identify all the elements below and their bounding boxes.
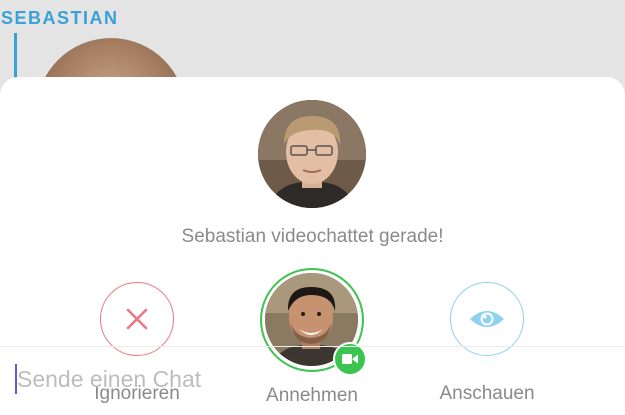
chat-input[interactable] — [17, 363, 607, 395]
caller-avatar-photo — [258, 100, 366, 208]
accent-line — [14, 33, 17, 79]
eye-icon — [470, 311, 504, 327]
video-chat-headline: Sebastian videochattet gerade! — [181, 226, 444, 247]
caller-avatar — [258, 100, 366, 208]
accept-circle[interactable] — [260, 268, 367, 376]
close-icon — [126, 308, 148, 330]
ignore-circle[interactable] — [100, 282, 174, 356]
watch-circle[interactable] — [450, 282, 524, 356]
contact-name: SEBASTIAN — [1, 8, 119, 28]
chat-divider — [0, 346, 625, 347]
